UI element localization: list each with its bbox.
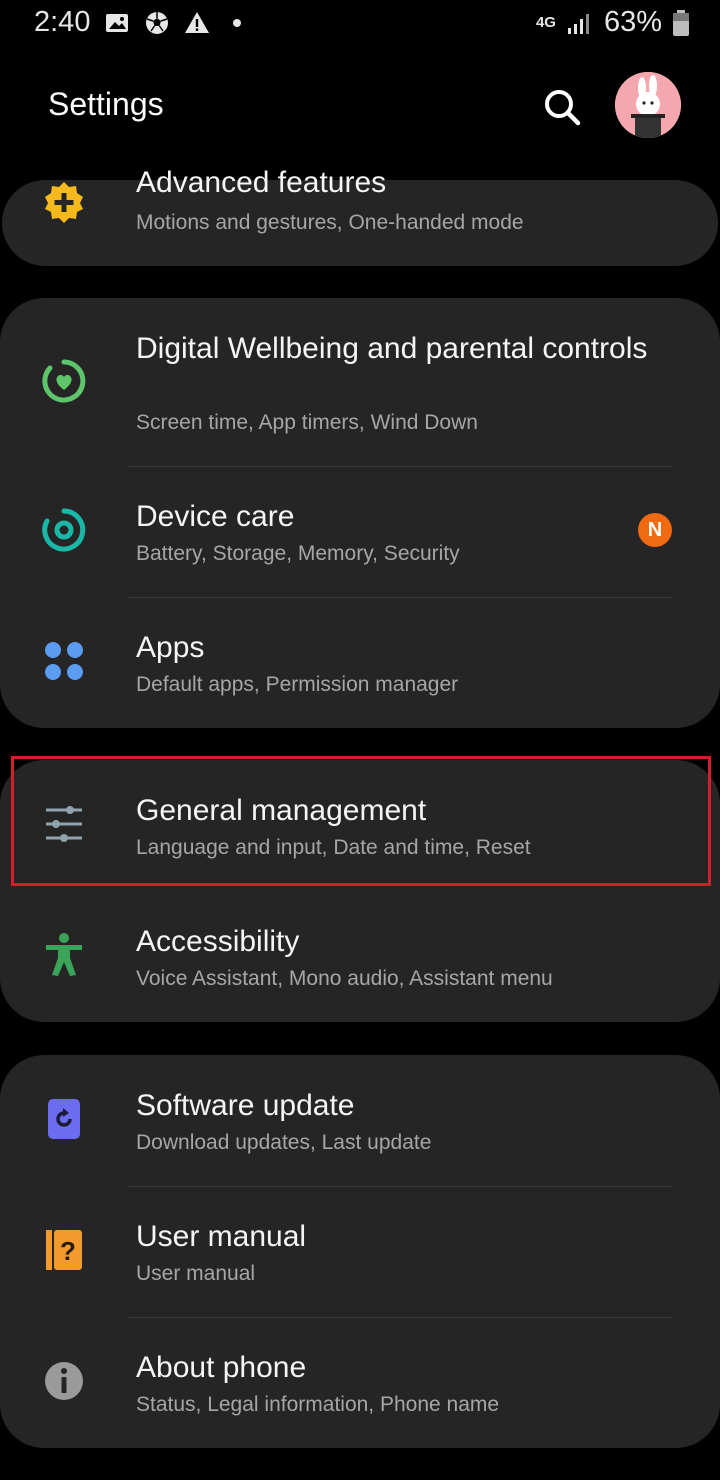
row-title: User manual xyxy=(136,1220,307,1253)
soccer-ball-icon xyxy=(146,11,169,34)
device-care-icon xyxy=(42,508,86,552)
bunny-avatar-icon xyxy=(615,72,681,138)
battery-icon xyxy=(673,9,689,36)
status-time: 2:40 xyxy=(34,6,91,38)
card-group-2: Digital Wellbeing and parental controls … xyxy=(0,298,720,728)
svg-text:?: ? xyxy=(60,1236,76,1266)
row-subtitle: Battery, Storage, Memory, Security xyxy=(136,542,460,565)
accessibility-icon xyxy=(46,933,82,976)
row-software-update[interactable]: Software update Download updates, Last u… xyxy=(0,1055,720,1186)
row-user-manual[interactable]: ? User manual User manual xyxy=(0,1186,720,1317)
row-subtitle: Motions and gestures, One-handed mode xyxy=(136,211,524,234)
row-device-care[interactable]: Device care Battery, Storage, Memory, Se… xyxy=(0,466,720,597)
status-bar: 2:40 4G 63% xyxy=(0,0,720,50)
battery-percent: 63% xyxy=(603,6,662,38)
row-digital-wellbeing[interactable]: Digital Wellbeing and parental controls … xyxy=(0,298,720,466)
search-icon[interactable] xyxy=(538,84,586,132)
apps-icon xyxy=(45,642,83,680)
card-group-4: Software update Download updates, Last u… xyxy=(0,1055,720,1448)
advanced-features-icon xyxy=(45,182,83,223)
row-apps[interactable]: Apps Default apps, Permission manager xyxy=(0,597,720,728)
row-title: Software update xyxy=(136,1089,355,1122)
row-title: Device care xyxy=(136,500,295,533)
row-title: Apps xyxy=(136,631,205,664)
warning-icon xyxy=(185,11,210,33)
header: Settings xyxy=(0,60,720,152)
avatar[interactable] xyxy=(615,72,681,138)
image-icon xyxy=(106,13,129,32)
row-subtitle: Voice Assistant, Mono audio, Assistant m… xyxy=(136,967,553,990)
info-icon xyxy=(45,1362,83,1400)
row-title: About phone xyxy=(136,1351,307,1384)
row-subtitle: User manual xyxy=(136,1262,256,1285)
row-accessibility[interactable]: Accessibility Voice Assistant, Mono audi… xyxy=(0,891,720,1022)
digital-wellbeing-icon xyxy=(42,359,86,403)
signal-icon xyxy=(567,13,589,34)
row-subtitle: Download updates, Last update xyxy=(136,1131,432,1154)
highlight-box xyxy=(11,756,711,886)
page-title: Settings xyxy=(48,86,164,122)
network-type: 4G xyxy=(535,13,556,31)
dot-icon xyxy=(233,18,242,27)
row-subtitle: Default apps, Permission manager xyxy=(136,673,459,696)
row-title: Digital Wellbeing and parental controls xyxy=(136,332,648,365)
software-update-icon xyxy=(48,1099,80,1139)
new-badge: N xyxy=(638,513,672,547)
row-subtitle: Screen time, App timers, Wind Down xyxy=(136,411,478,434)
user-manual-icon: ? xyxy=(46,1230,82,1270)
row-subtitle: Status, Legal information, Phone name xyxy=(136,1393,500,1416)
row-title: Accessibility xyxy=(136,925,300,958)
row-about-phone[interactable]: About phone Status, Legal information, P… xyxy=(0,1317,720,1448)
